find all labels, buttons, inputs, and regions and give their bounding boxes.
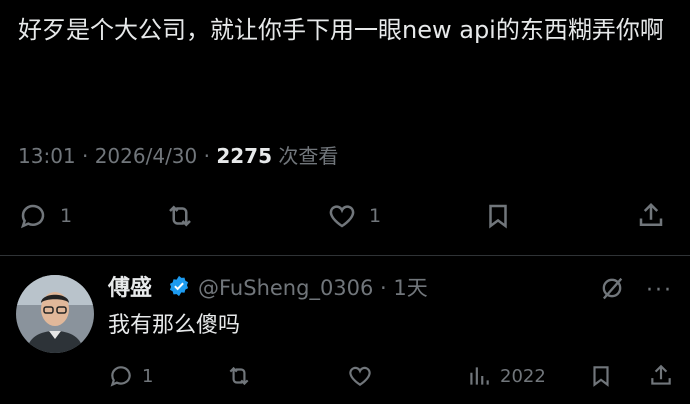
verified-badge-icon xyxy=(169,275,189,297)
retweet-icon xyxy=(169,205,191,227)
avatar-image xyxy=(16,275,94,353)
like-count: 1 xyxy=(369,205,382,227)
views-label: 次查看 xyxy=(272,144,339,168)
reply-actions: 1 2022 xyxy=(0,356,690,390)
heart-icon xyxy=(329,205,355,228)
reply-reply-count: 1 xyxy=(142,365,154,387)
more-dots-icon[interactable]: ··· xyxy=(646,278,673,303)
bookmark-icon xyxy=(489,204,507,229)
reply-reply-button[interactable]: 1 xyxy=(108,356,153,396)
bookmark-button[interactable] xyxy=(483,196,513,236)
reply-count: 1 xyxy=(60,205,73,227)
tweet-actions: 1 1 xyxy=(0,196,690,236)
reply-author-name[interactable]: 傅盛 xyxy=(108,270,152,302)
heart-icon xyxy=(349,366,371,386)
reply-retweet-button[interactable] xyxy=(226,356,252,396)
share-upload-icon xyxy=(639,202,663,226)
divider xyxy=(0,255,690,256)
like-button[interactable]: 1 xyxy=(327,196,381,236)
tweet-meta: 13:01 · 2026/4/30 · 2275 次查看 xyxy=(18,140,338,169)
reply-bookmark-button[interactable] xyxy=(588,356,614,396)
retweet-icon xyxy=(229,366,249,386)
tweet-text: 好歹是个大公司，就让你手下用一眼new api的东西糊弄你啊 xyxy=(18,16,664,44)
reply-views-count: 2022 xyxy=(500,365,546,387)
share-upload-icon xyxy=(651,364,671,385)
reply-author-handle[interactable]: @FuSheng_0306 · 1天 xyxy=(198,272,428,302)
views-count: 2275 xyxy=(216,144,273,168)
reply-like-button[interactable] xyxy=(347,356,373,396)
reply-share-button[interactable] xyxy=(648,356,674,396)
comment-bubble-icon xyxy=(110,366,131,387)
reply-views-button[interactable]: 2022 xyxy=(466,356,546,396)
grok-icon[interactable] xyxy=(598,274,626,302)
comment-bubble-icon xyxy=(20,204,45,229)
tweet-timestamp[interactable]: 13:01 · 2026/4/30 · xyxy=(18,144,216,168)
reply-button[interactable]: 1 xyxy=(18,196,72,236)
avatar[interactable] xyxy=(16,275,94,353)
analytics-bars-icon xyxy=(470,367,489,385)
bookmark-icon xyxy=(593,366,609,387)
share-button[interactable] xyxy=(636,196,666,236)
retweet-button[interactable] xyxy=(165,196,195,236)
reply-text: 我有那么傻吗 xyxy=(108,313,241,338)
